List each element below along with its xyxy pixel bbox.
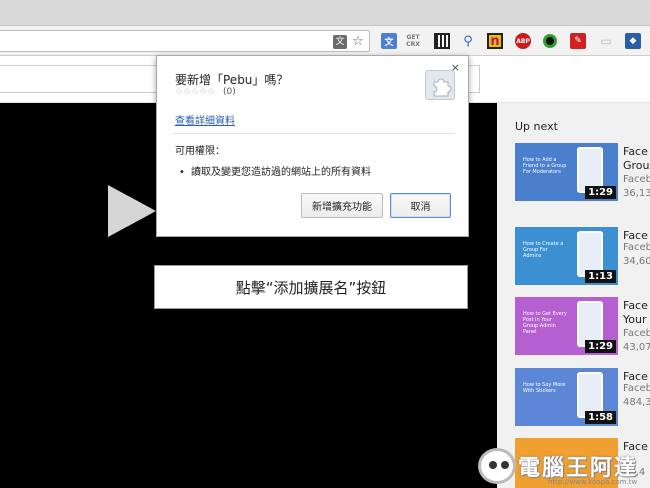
view-details-link[interactable]: 查看詳細資料 — [175, 112, 235, 127]
browser-toolbar: 文 ☆ 文 GET CRX ⚲ n ABP ✎ ▭ ◆ — [0, 26, 650, 56]
green-circle-icon[interactable] — [542, 33, 558, 49]
adblock-plus-icon[interactable]: ABP — [515, 33, 531, 49]
video-views: 34,60 — [623, 256, 650, 267]
permission-text: 讀取及變更您造訪過的網站上的所有資料 — [191, 167, 371, 178]
add-extension-button[interactable]: 新增擴充功能 — [301, 193, 383, 218]
video-item[interactable]: How to Say More With Stickers 1:58 Face … — [515, 368, 650, 426]
video-item[interactable]: How to Add a Friend to a Group For Moder… — [515, 143, 650, 201]
thumbnail-text: How to Create a Group For Admins — [523, 241, 564, 259]
video-duration: 1:13 — [585, 270, 616, 283]
gray-box-icon[interactable]: ▭ — [598, 33, 614, 49]
translate-icon[interactable]: 文 — [381, 33, 397, 49]
video-channel[interactable]: Faceb — [623, 241, 650, 255]
video-duration: 1:29 — [585, 340, 616, 353]
rating-stars: ☆☆☆☆☆ — [175, 87, 216, 97]
video-thumbnail[interactable]: How to Get Every Post in Your Group Admi… — [515, 297, 618, 355]
qr-code-icon[interactable] — [434, 33, 450, 49]
divider — [173, 133, 454, 134]
rating-count: (0) — [223, 87, 236, 97]
play-icon[interactable] — [108, 185, 156, 237]
video-channel[interactable]: Faceb — [623, 327, 650, 341]
cancel-button[interactable]: 取消 — [390, 193, 451, 218]
bullet-icon: • — [179, 167, 185, 178]
video-views: 43,07 — [623, 342, 650, 353]
mascot-face-icon — [478, 448, 516, 484]
video-thumbnail[interactable]: How to Create a Group For Admins 1:13 — [515, 227, 618, 285]
video-views: 36,13 — [623, 188, 650, 199]
video-item[interactable]: How to Create a Group For Admins 1:13 Fa… — [515, 227, 650, 285]
video-title[interactable]: Face — [623, 299, 650, 313]
red-tool-icon[interactable]: ✎ — [570, 33, 586, 49]
dialog-title: 要新增「Pebu」嗎？ — [175, 73, 289, 87]
video-thumbnail[interactable]: How to Add a Friend to a Group For Moder… — [515, 143, 618, 201]
tab-strip — [0, 0, 650, 26]
watermark-logo: 電腦王阿達 http://www.koopa.com.tw — [478, 446, 650, 488]
instruction-callout: 點擊“添加擴展名”按鈕 — [154, 265, 468, 309]
video-channel[interactable]: Faceb — [623, 173, 650, 187]
video-duration: 1:58 — [585, 411, 616, 424]
watermark-url: http://www.koopa.com.tw — [548, 478, 638, 486]
translate-page-icon[interactable]: 文 — [333, 35, 347, 49]
pebu-icon[interactable]: n — [487, 33, 503, 49]
video-thumbnail[interactable]: How to Say More With Stickers 1:58 — [515, 368, 618, 426]
thumbnail-text: How to Say More With Stickers — [523, 382, 566, 394]
video-item[interactable]: How to Get Every Post in Your Group Admi… — [515, 297, 650, 355]
permission-item: • 讀取及變更您造訪過的網站上的所有資料 — [179, 163, 371, 178]
permissions-heading: 可用權限： — [175, 146, 225, 157]
up-next-heading: Up next — [515, 120, 558, 133]
video-title[interactable]: Face — [623, 145, 650, 159]
address-bar[interactable]: 文 ☆ — [0, 30, 370, 52]
video-title-line2[interactable]: Grou — [623, 159, 650, 173]
magnifier-icon[interactable]: ⚲ — [460, 33, 476, 49]
bookmark-star-icon[interactable]: ☆ — [351, 35, 365, 49]
get-crx-icon[interactable]: GET CRX — [405, 33, 421, 49]
puzzle-piece-icon — [425, 70, 455, 100]
add-extension-dialog: 要新增「Pebu」嗎？ × ☆☆☆☆☆ (0) 查看詳細資料 可用權限： • 讀取… — [156, 55, 469, 237]
video-title-line2[interactable]: Your — [623, 313, 646, 327]
video-views: 484,3 — [623, 397, 650, 408]
blue-square-icon[interactable]: ◆ — [625, 33, 641, 49]
video-duration: 1:29 — [585, 186, 616, 199]
video-channel[interactable]: Faceb — [623, 382, 650, 396]
thumbnail-text: How to Add a Friend to a Group For Moder… — [523, 157, 567, 175]
thumbnail-text: How to Get Every Post in Your Group Admi… — [523, 311, 567, 335]
